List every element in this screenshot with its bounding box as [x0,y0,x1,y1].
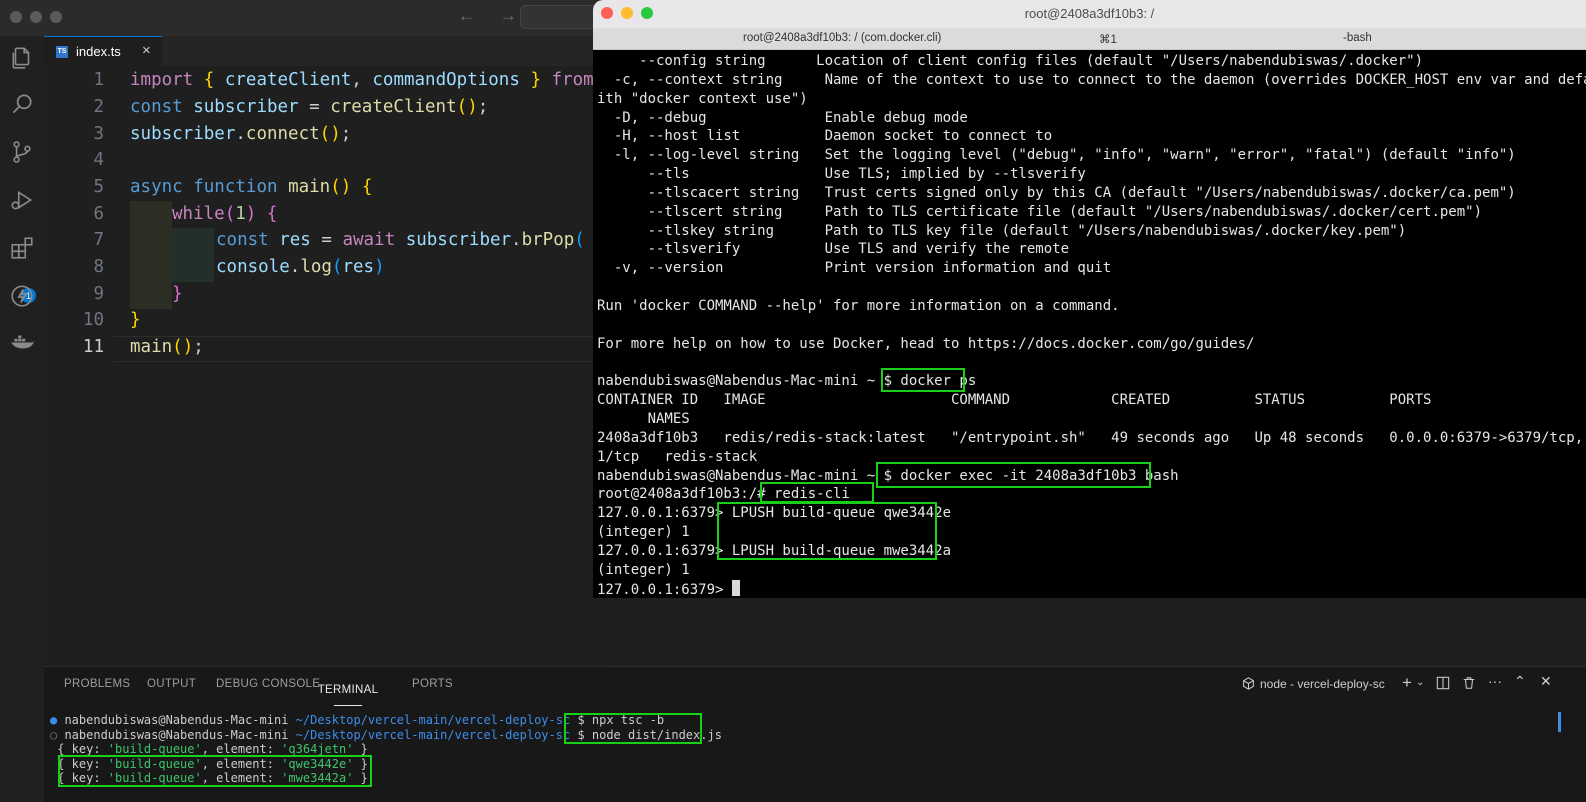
code-line: while(1) { [172,204,278,224]
line-number: 8 [93,257,104,277]
tab-shortcut: ⌘1 [1099,34,1117,46]
desktop: ← → 1 TS index.ts × 1 2 3 4 5 6 7 8 9 10… [0,0,1586,802]
lightning-icon[interactable] [8,282,36,310]
close-window-button[interactable] [10,11,22,23]
close-icon[interactable]: × [142,42,151,59]
line-number: 4 [93,150,104,170]
terminal-titlebar: root@2408a3df10b3: / [593,0,1586,28]
text-cursor [731,579,740,596]
search-icon[interactable] [8,90,36,118]
code-line: console.log(res) [216,257,385,277]
bottom-panel: PROBLEMS OUTPUT DEBUG CONSOLE TERMINAL P… [44,666,1586,802]
highlight-box [881,368,965,392]
highlight-box [760,482,874,503]
run-debug-icon[interactable] [8,186,36,214]
line-number: 5 [93,177,104,197]
highlight-box [876,462,1151,488]
terminal-scrollbar[interactable] [1558,712,1561,732]
tab-docker-cli[interactable]: root@2408a3df10b3: / (com.docker.cli) [743,32,941,44]
terminal-name[interactable]: node - vercel-deploy-sc [1260,677,1385,691]
tab-output[interactable]: OUTPUT [147,678,196,690]
minimize-window-button[interactable] [30,11,42,23]
nav-arrows[interactable]: ← → [458,6,527,26]
extensions-icon[interactable] [8,234,36,262]
source-control-icon[interactable] [8,138,36,166]
code-line: subscriber.connect(); [130,124,352,144]
line-number: 9 [93,284,104,304]
highlight-box [564,713,702,744]
tab-ports[interactable]: PORTS [412,678,453,690]
chevron-down-icon[interactable]: ⌄ [1416,677,1424,688]
line-number: 7 [93,230,104,250]
typescript-icon: TS [56,46,68,58]
editor-tab-bar: TS index.ts × [44,36,604,66]
line-number: 1 [93,70,104,90]
line-number: 6 [93,204,104,224]
code-line: const res = await subscriber.brPop( [216,230,585,250]
explorer-icon[interactable] [8,44,36,72]
line-number: 3 [93,124,104,144]
docker-icon[interactable] [8,328,36,356]
highlight-box [717,502,937,560]
tab-problems[interactable]: PROBLEMS [64,678,130,690]
code-editor[interactable]: 1 2 3 4 5 6 7 8 9 10 11 import { createC… [44,66,644,666]
command-center-search[interactable] [520,5,600,29]
line-number: 2 [93,97,104,117]
maximize-panel-icon[interactable]: ⌃ [1514,673,1526,690]
terminal-title: root@2408a3df10b3: / [1024,6,1155,21]
activity-bar: 1 [0,36,44,802]
tab-label: index.ts [76,44,121,59]
terminal-window: root@2408a3df10b3: / root@2408a3df10b3: … [593,0,1586,598]
tab-terminal[interactable]: TERMINAL [318,678,378,706]
tab-index-ts[interactable]: TS index.ts × [44,36,162,66]
indent-guide [172,228,214,282]
more-actions-icon[interactable]: ··· [1488,673,1502,689]
trash-icon[interactable] [1462,676,1476,693]
code-line: main(); [130,337,204,357]
code-line: async function main() { [130,177,373,197]
line-number: 10 [82,310,104,330]
code-line: const subscriber = createClient(); [130,97,489,117]
code-line: } [172,284,183,304]
terminal-tab-bar: root@2408a3df10b3: / (com.docker.cli) ⌘1… [593,28,1586,50]
indent-guide [130,201,172,309]
add-terminal-icon[interactable]: + [1402,673,1412,693]
split-terminal-icon[interactable] [1436,676,1450,693]
tab-bash[interactable]: -bash [1343,32,1372,44]
tab-debug-console[interactable]: DEBUG CONSOLE [216,678,320,690]
highlight-box [58,755,372,787]
code-line: } [130,310,141,330]
close-panel-icon[interactable]: ✕ [1540,673,1552,690]
code-line: import { createClient, commandOptions } … [130,70,594,90]
terminal-cube-icon [1242,677,1255,693]
line-number: 11 [82,337,104,357]
maximize-window-button[interactable] [50,11,62,23]
